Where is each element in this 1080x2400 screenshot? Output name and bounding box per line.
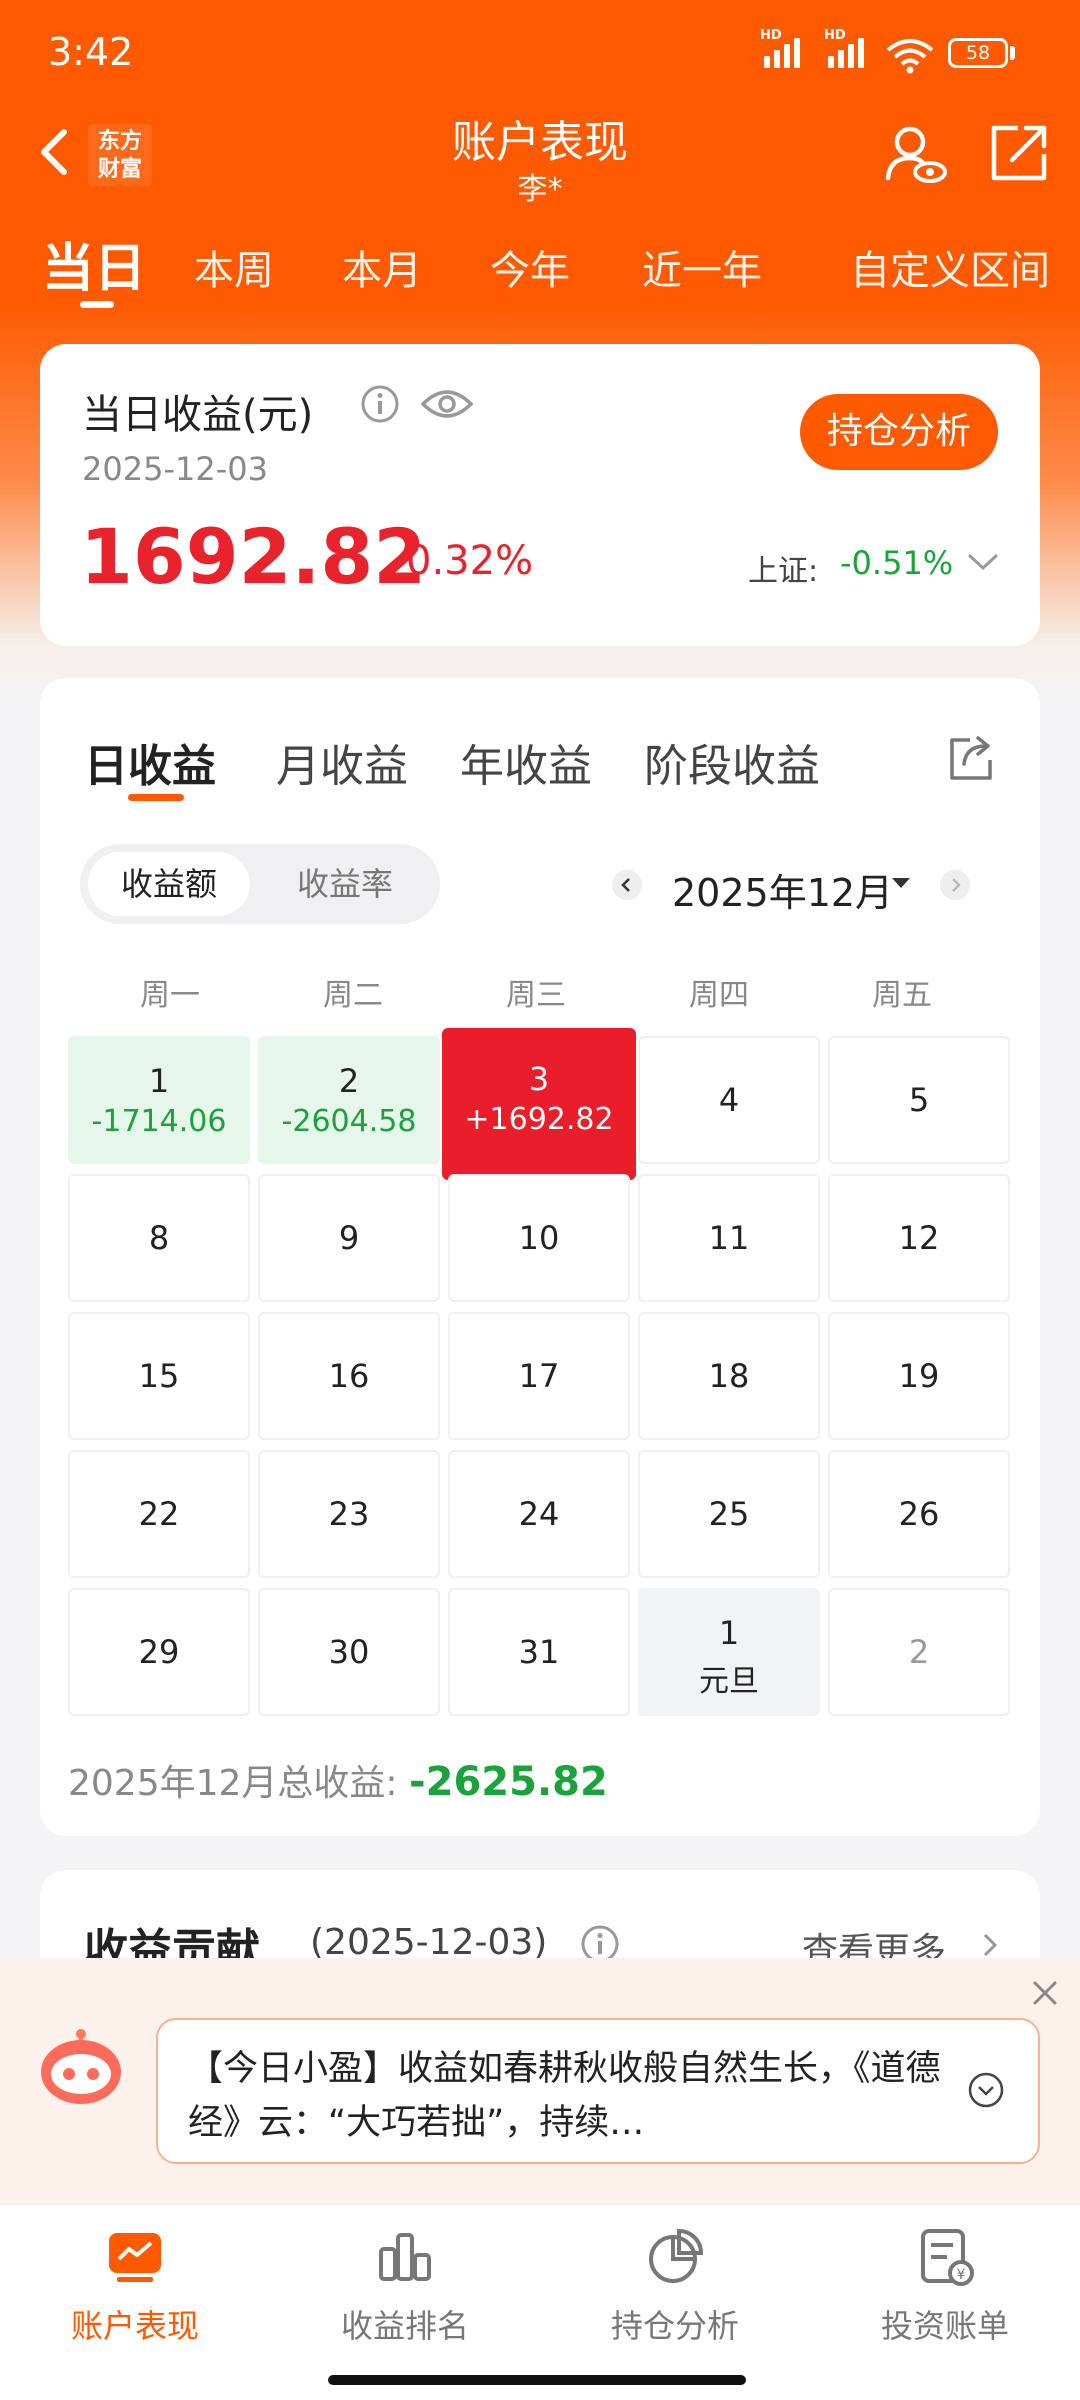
daily-summary-card: 当日收益(元) 2025-12-03 持仓分析 1692.82 0.32% 上证… bbox=[40, 344, 1040, 646]
battery-icon: 58 bbox=[948, 38, 1008, 68]
contribution-date: (2025-12-03) bbox=[310, 1922, 548, 1963]
calendar-day[interactable]: 24 bbox=[448, 1450, 630, 1578]
calendar-day[interactable]: 2 -2604.58 bbox=[258, 1036, 440, 1164]
tab-week[interactable]: 本周 bbox=[194, 238, 274, 296]
signal-icon-2: HD bbox=[824, 28, 864, 74]
signal-icon: HD bbox=[760, 28, 800, 74]
calendar-day[interactable]: 23 bbox=[258, 1450, 440, 1578]
nav-return-ranking[interactable]: 收益排名 bbox=[270, 2225, 540, 2347]
tab-monthly-return[interactable]: 月收益 bbox=[276, 730, 408, 794]
eye-icon[interactable] bbox=[420, 384, 474, 424]
info-icon[interactable] bbox=[360, 384, 400, 424]
expand-icon[interactable] bbox=[966, 2070, 1006, 2110]
tab-daily-return[interactable]: 日收益 bbox=[84, 730, 216, 794]
home-indicator[interactable] bbox=[328, 2375, 746, 2385]
calendar-day[interactable]: 22 bbox=[68, 1450, 250, 1578]
month-total-value: -2625.82 bbox=[409, 1759, 608, 1805]
month-total-label: 2025年12月总收益: bbox=[68, 1763, 398, 1804]
weekday-wed: 周三 bbox=[506, 978, 566, 1013]
nav-account-performance[interactable]: 账户表现 bbox=[0, 2225, 270, 2347]
statement-icon: ¥ bbox=[921, 2229, 974, 2286]
robot-mascot-icon bbox=[41, 2029, 121, 2104]
daily-return-percent: 0.32% bbox=[406, 538, 534, 584]
calendar-day-selected[interactable]: 3 +1692.82 bbox=[442, 1028, 636, 1180]
calendar-day[interactable]: 29 bbox=[68, 1588, 250, 1716]
user-view-icon[interactable] bbox=[884, 122, 948, 186]
calendar-day[interactable]: 12 bbox=[828, 1174, 1010, 1302]
calendar-day[interactable]: 1 -1714.06 bbox=[68, 1036, 250, 1164]
weekday-fri: 周五 bbox=[872, 978, 932, 1013]
calendar-day[interactable]: 11 bbox=[638, 1174, 820, 1302]
battery-tip bbox=[1010, 46, 1015, 60]
share-export-icon[interactable] bbox=[988, 122, 1050, 184]
calendar-day[interactable]: 4 bbox=[638, 1036, 820, 1164]
tab-year[interactable]: 今年 bbox=[490, 238, 570, 296]
calendar-day[interactable]: 8 bbox=[68, 1174, 250, 1302]
caret-down-icon[interactable] bbox=[892, 878, 910, 888]
index-value: -0.51% bbox=[840, 544, 954, 582]
calendar-day[interactable]: 2 bbox=[828, 1588, 1010, 1716]
weekday-thu: 周四 bbox=[689, 978, 749, 1013]
nav-investment-statement[interactable]: ¥ 投资账单 bbox=[810, 2225, 1080, 2347]
hd-label-2: HD bbox=[824, 28, 846, 43]
calendar-day[interactable]: 26 bbox=[828, 1450, 1010, 1578]
calendar-day[interactable]: 16 bbox=[258, 1312, 440, 1440]
calendar-day[interactable]: 25 bbox=[638, 1450, 820, 1578]
index-label: 上证: bbox=[748, 554, 819, 589]
wifi-icon bbox=[886, 39, 934, 74]
app-header: 东方 财富 账户表现 李* bbox=[0, 100, 1080, 210]
status-bar: 3:42 HD HD 58 bbox=[0, 0, 1080, 110]
performance-icon bbox=[109, 2233, 161, 2282]
daily-tip-banner: 【今日小盈】收益如春耕秋收般自然生长，《道德经》云：“大巧若拙”，持续… bbox=[0, 1958, 1080, 2204]
calendar-day[interactable]: 10 bbox=[448, 1174, 630, 1302]
month-total: 2025年12月总收益: -2625.82 bbox=[68, 1754, 608, 1806]
metric-segmented-control: 收益额 收益率 bbox=[80, 844, 440, 924]
share-icon[interactable] bbox=[946, 734, 996, 784]
month-selector[interactable]: 2025年12月 bbox=[672, 862, 893, 917]
prev-month-icon[interactable] bbox=[612, 870, 642, 900]
calendar-day[interactable]: 31 bbox=[448, 1588, 630, 1716]
status-time: 3:42 bbox=[48, 30, 134, 74]
pie-chart-icon bbox=[649, 2228, 704, 2283]
next-month-icon[interactable] bbox=[940, 870, 970, 900]
returns-calendar-card: 日收益 月收益 年收益 阶段收益 收益额 收益率 2025年12月 周一 周二 … bbox=[40, 678, 1040, 1836]
close-icon[interactable] bbox=[1030, 1978, 1060, 2008]
tab-yearly-return[interactable]: 年收益 bbox=[460, 730, 592, 794]
weekday-mon: 周一 bbox=[140, 978, 200, 1013]
tip-text: 【今日小盈】收益如春耕秋收般自然生长，《道德经》云：“大巧若拙”，持续… bbox=[188, 2049, 941, 2143]
calendar-day-holiday[interactable]: 1 元旦 bbox=[638, 1588, 820, 1716]
daily-return-label: 当日收益(元) bbox=[82, 392, 314, 438]
calendar-day[interactable]: 19 bbox=[828, 1312, 1010, 1440]
bottom-navigation: 账户表现 收益排名 持仓分析 ¥ 投资账单 bbox=[0, 2204, 1080, 2400]
weekday-tue: 周二 bbox=[323, 978, 383, 1013]
holdings-analysis-button[interactable]: 持仓分析 bbox=[800, 394, 998, 470]
calendar-day[interactable]: 18 bbox=[638, 1312, 820, 1440]
hd-label: HD bbox=[760, 28, 782, 43]
nav-holdings-analysis[interactable]: 持仓分析 bbox=[540, 2225, 810, 2347]
bar-chart-icon bbox=[379, 2233, 431, 2281]
calendar-day[interactable]: 17 bbox=[448, 1312, 630, 1440]
segment-rate[interactable]: 收益率 bbox=[264, 852, 426, 916]
tip-bubble[interactable]: 【今日小盈】收益如春耕秋收般自然生长，《道德经》云：“大巧若拙”，持续… bbox=[156, 2018, 1040, 2164]
tab-custom-range[interactable]: 自定义区间 bbox=[850, 238, 1050, 296]
segment-amount[interactable]: 收益额 bbox=[88, 852, 250, 916]
daily-return-amount: 1692.82 bbox=[80, 512, 427, 601]
calendar-day[interactable]: 9 bbox=[258, 1174, 440, 1302]
svg-text:¥: ¥ bbox=[957, 2267, 966, 2283]
tab-month[interactable]: 本月 bbox=[342, 238, 422, 296]
calendar-day[interactable]: 30 bbox=[258, 1588, 440, 1716]
chevron-right-icon[interactable] bbox=[980, 1930, 1000, 1960]
tab-period-return[interactable]: 阶段收益 bbox=[644, 730, 820, 794]
period-tabs: 当日 本周 本月 今年 近一年 自定义区间 bbox=[0, 226, 1080, 308]
tab-today[interactable]: 当日 bbox=[42, 226, 146, 301]
chevron-down-icon[interactable] bbox=[966, 550, 1000, 574]
calendar-day[interactable]: 15 bbox=[68, 1312, 250, 1440]
tab-last-year[interactable]: 近一年 bbox=[642, 238, 762, 296]
summary-date: 2025-12-03 bbox=[82, 450, 268, 488]
return-tab-indicator bbox=[128, 794, 184, 801]
calendar-day[interactable]: 5 bbox=[828, 1036, 1010, 1164]
tab-indicator bbox=[80, 301, 114, 308]
